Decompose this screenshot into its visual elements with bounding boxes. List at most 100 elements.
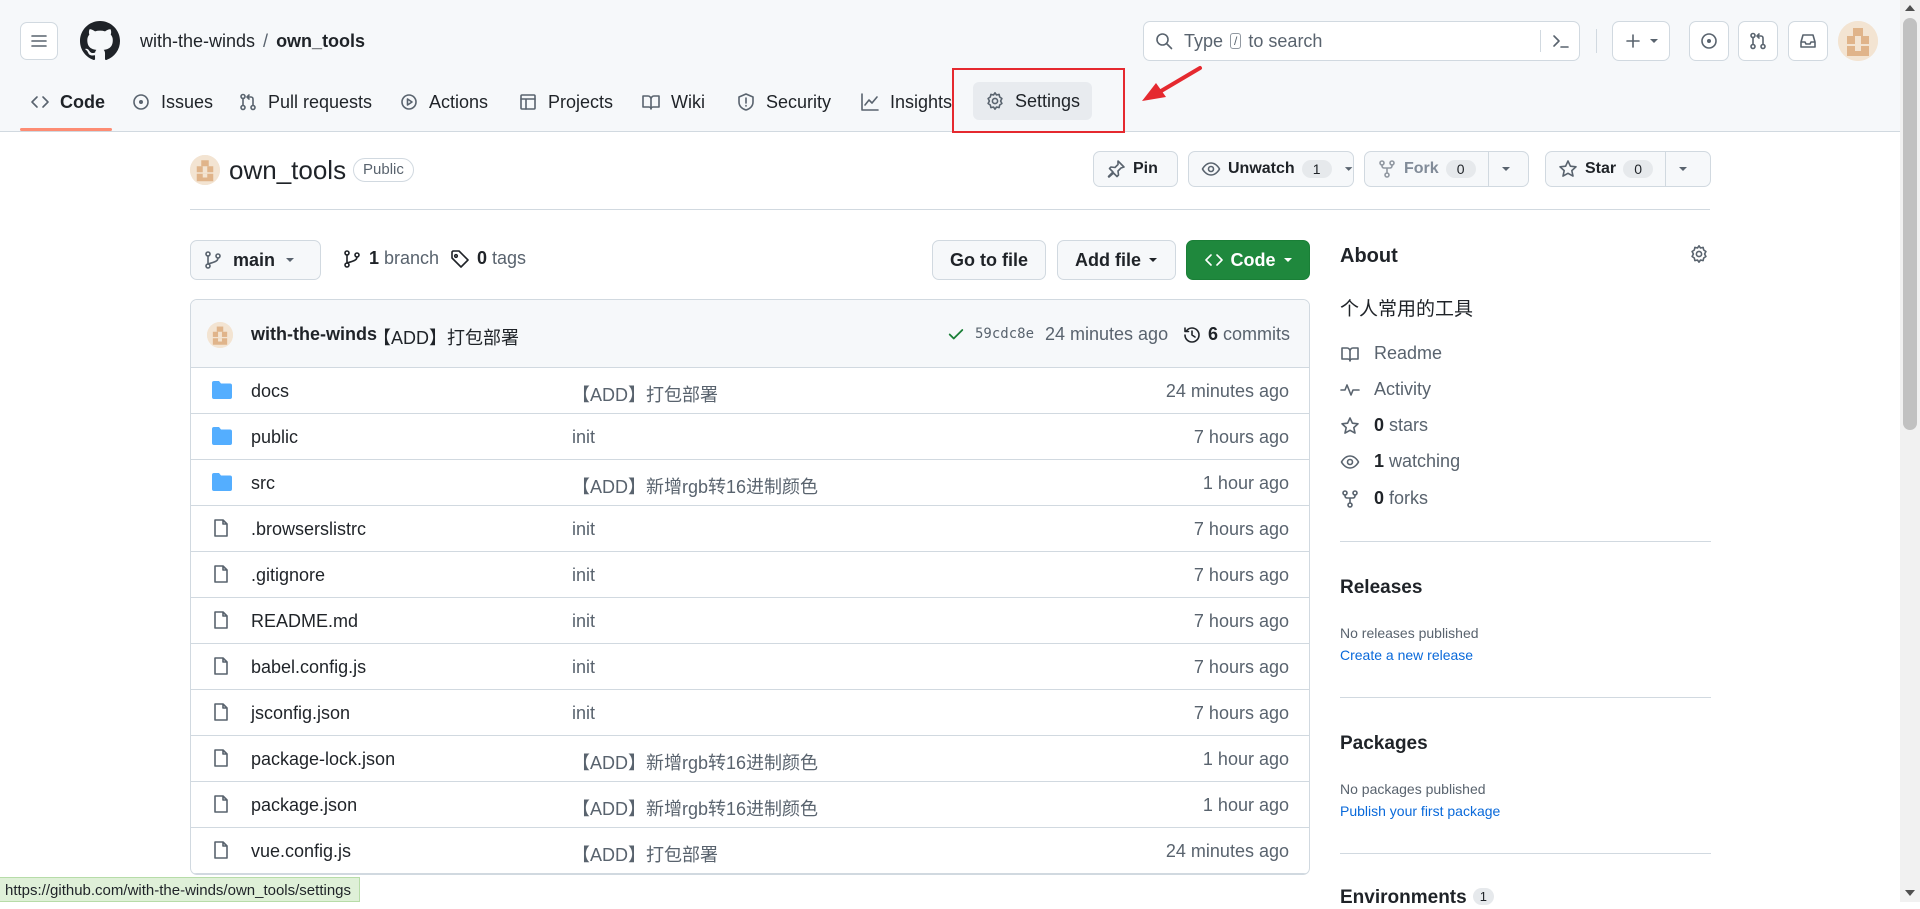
readme-link[interactable]: Readme <box>1340 343 1442 364</box>
file-row[interactable]: jsconfig.json init 7 hours ago <box>191 690 1309 736</box>
pin-button[interactable]: Pin <box>1093 151 1178 187</box>
pull-requests-button[interactable] <box>1738 21 1778 61</box>
tab-projects[interactable]: Projects <box>518 86 613 118</box>
menu-button[interactable] <box>20 22 58 60</box>
activity-label: Activity <box>1374 379 1432 399</box>
file-commit-message[interactable]: 【ADD】新增rgb转16进制颜色 <box>572 749 818 775</box>
star-dropdown[interactable] <box>1666 152 1700 186</box>
releases-title[interactable]: Releases <box>1340 577 1422 599</box>
tab-code[interactable]: Code <box>30 86 105 118</box>
file-row[interactable]: .browserslistrc init 7 hours ago <box>191 506 1309 552</box>
search-input[interactable]: Type / to search <box>1143 21 1580 61</box>
repo-title[interactable]: own_tools <box>229 155 346 186</box>
tab-actions[interactable]: Actions <box>399 86 488 118</box>
file-time: 7 hours ago <box>1193 565 1289 585</box>
tag-icon <box>451 249 469 268</box>
commit-time: 24 minutes ago <box>1045 324 1169 344</box>
publish-package-link[interactable]: Publish your first package <box>1340 803 1500 819</box>
file-name[interactable]: docs <box>251 381 289 402</box>
file-commit-message[interactable]: init <box>572 519 595 540</box>
watching-link[interactable]: 1 watching <box>1340 451 1460 472</box>
commit-message[interactable]: 【ADD】打包部署 <box>373 324 519 350</box>
fork-button[interactable]: Fork 0 <box>1364 151 1529 187</box>
watch-button[interactable]: Unwatch 1 <box>1188 151 1354 187</box>
commit-author[interactable]: with-the-winds <box>251 324 377 345</box>
file-row[interactable]: .gitignore init 7 hours ago <box>191 552 1309 598</box>
file-commit-message[interactable]: 【ADD】打包部署 <box>572 381 718 407</box>
file-commit-message[interactable]: 【ADD】打包部署 <box>572 841 718 867</box>
commits-link[interactable]: 6 commits <box>1182 324 1290 345</box>
breadcrumb-repo[interactable]: own_tools <box>276 31 365 51</box>
scrollbar-thumb[interactable] <box>1903 18 1917 430</box>
file-commit-message[interactable]: init <box>572 611 595 632</box>
go-to-file-button[interactable]: Go to file <box>932 240 1046 280</box>
commit-hash[interactable]: 59cdc8e <box>975 326 1034 342</box>
branches-link[interactable]: 1 branch <box>342 248 439 269</box>
code-label: Code <box>1230 249 1276 270</box>
create-new-button[interactable] <box>1612 21 1670 61</box>
fork-label: Fork <box>1404 160 1439 177</box>
file-name[interactable]: package.json <box>251 795 357 816</box>
tab-security[interactable]: Security <box>736 86 831 118</box>
environments-title[interactable]: Environments 1 <box>1340 887 1494 909</box>
commit-author-avatar[interactable] <box>207 322 233 348</box>
repo-owner-avatar[interactable] <box>190 155 220 185</box>
issues-button[interactable] <box>1689 21 1729 61</box>
add-file-button[interactable]: Add file <box>1057 240 1176 280</box>
stars-link[interactable]: 0 stars <box>1340 415 1428 436</box>
inbox-button[interactable] <box>1788 21 1828 61</box>
file-commit-message[interactable]: init <box>572 703 595 724</box>
file-commit-message[interactable]: init <box>572 427 595 448</box>
readme-label: Readme <box>1374 343 1443 363</box>
file-name[interactable]: .gitignore <box>251 565 325 586</box>
packages-title[interactable]: Packages <box>1340 733 1428 755</box>
file-commit-message[interactable]: init <box>572 565 595 586</box>
file-name[interactable]: babel.config.js <box>251 657 366 678</box>
add-file-label: Add file <box>1075 249 1141 270</box>
file-row[interactable]: public init 7 hours ago <box>191 414 1309 460</box>
fork-part[interactable]: Fork 0 <box>1365 152 1488 186</box>
code-dropdown-button[interactable]: Code <box>1186 240 1310 280</box>
gear-icon[interactable] <box>1689 244 1709 264</box>
breadcrumb-owner[interactable]: with-the-winds <box>140 31 255 51</box>
file-name[interactable]: .browserslistrc <box>251 519 366 540</box>
file-row[interactable]: package-lock.json 【ADD】新增rgb转16进制颜色 1 ho… <box>191 736 1309 782</box>
create-release-link[interactable]: Create a new release <box>1340 647 1473 663</box>
branch-selector[interactable]: main <box>190 240 321 280</box>
github-logo-icon[interactable] <box>80 21 120 61</box>
file-row[interactable]: docs 【ADD】打包部署 24 minutes ago <box>191 368 1309 414</box>
file-name[interactable]: README.md <box>251 611 358 632</box>
file-name[interactable]: package-lock.json <box>251 749 395 770</box>
tags-link[interactable]: 0 tags <box>450 248 526 269</box>
file-name[interactable]: src <box>251 473 275 494</box>
file-row[interactable]: babel.config.js init 7 hours ago <box>191 644 1309 690</box>
file-icon <box>214 841 228 859</box>
user-avatar[interactable] <box>1838 21 1878 61</box>
file-row[interactable]: src 【ADD】新增rgb转16进制颜色 1 hour ago <box>191 460 1309 506</box>
tab-insights[interactable]: Insights <box>860 86 952 118</box>
fork-dropdown[interactable] <box>1489 152 1523 186</box>
file-name[interactable]: vue.config.js <box>251 841 351 862</box>
file-row[interactable]: package.json 【ADD】新增rgb转16进制颜色 1 hour ag… <box>191 782 1309 828</box>
plus-icon <box>1626 34 1640 48</box>
star-button[interactable]: Star 0 <box>1545 151 1711 187</box>
file-commit-message[interactable]: init <box>572 657 595 678</box>
unwatch-part[interactable]: Unwatch 1 <box>1189 152 1344 186</box>
check-icon[interactable] <box>947 325 965 343</box>
scroll-down-arrow-icon[interactable] <box>1905 890 1915 896</box>
tab-issues[interactable]: Issues <box>131 86 213 118</box>
file-row[interactable]: README.md init 7 hours ago <box>191 598 1309 644</box>
file-name[interactable]: public <box>251 427 298 448</box>
code-icon <box>31 96 49 108</box>
scroll-up-arrow-icon[interactable] <box>1905 5 1915 11</box>
activity-link[interactable]: Activity <box>1340 379 1431 400</box>
tab-pull-requests[interactable]: Pull requests <box>238 86 372 118</box>
file-commit-message[interactable]: 【ADD】新增rgb转16进制颜色 <box>572 473 818 499</box>
file-name[interactable]: jsconfig.json <box>251 703 350 724</box>
command-palette-icon[interactable] <box>1551 31 1571 51</box>
file-commit-message[interactable]: 【ADD】新增rgb转16进制颜色 <box>572 795 818 821</box>
file-row[interactable]: vue.config.js 【ADD】打包部署 24 minutes ago <box>191 828 1309 874</box>
star-part[interactable]: Star 0 <box>1546 152 1665 186</box>
tab-wiki[interactable]: Wiki <box>641 86 705 118</box>
forks-link[interactable]: 0 forks <box>1340 488 1428 509</box>
